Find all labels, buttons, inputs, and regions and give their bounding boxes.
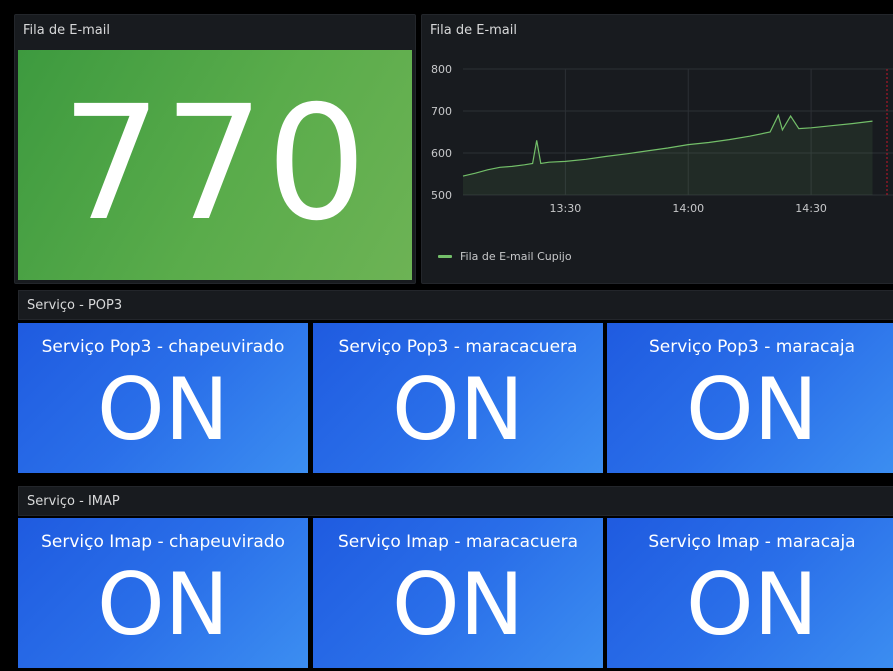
tile-status-value: ON xyxy=(96,360,230,460)
y-tick-label: 700 xyxy=(431,105,452,118)
tile-status-value: ON xyxy=(391,360,525,460)
tile-title: Serviço Pop3 - maracaja xyxy=(648,337,856,357)
graph-legend[interactable]: Fila de E-mail Cupijo xyxy=(438,250,572,263)
tile-imap-chapeuvirado[interactable]: Serviço Imap - chapeuvirado ON xyxy=(18,518,308,668)
tile-status-value: ON xyxy=(685,555,819,655)
tile-title: Serviço Pop3 - chapeuvirado xyxy=(41,337,285,357)
email-queue-chart: 500 600 700 800 13:30 14:00 14:30 xyxy=(431,63,893,215)
row-title-pop3: Serviço - POP3 xyxy=(27,298,123,313)
row-header-imap[interactable]: Serviço - IMAP xyxy=(18,486,893,516)
tile-status-value: ON xyxy=(96,555,230,655)
tile-status-value: ON xyxy=(685,360,819,460)
y-tick-label: 500 xyxy=(431,189,452,202)
tile-title: Serviço Pop3 - maracacuera xyxy=(338,337,578,357)
legend-swatch xyxy=(438,255,452,258)
tile-status-value: ON xyxy=(391,555,525,655)
y-tick-label: 600 xyxy=(431,147,452,160)
x-tick-label: 14:30 xyxy=(795,202,827,215)
stat-panel-value-area: 770 xyxy=(18,50,412,280)
row-header-pop3[interactable]: Serviço - POP3 xyxy=(18,290,893,320)
stat-panel-title[interactable]: Fila de E-mail xyxy=(23,23,110,38)
tile-title: Serviço Imap - maracaja xyxy=(648,532,856,552)
tile-imap-maracacuera[interactable]: Serviço Imap - maracacuera ON xyxy=(313,518,603,668)
tile-title: Serviço Imap - chapeuvirado xyxy=(41,532,285,552)
x-tick-label: 13:30 xyxy=(550,202,582,215)
dashboard-canvas: Fila de E-mail 770 Fila de E-mail 500 600… xyxy=(0,0,893,671)
tile-pop3-maracacuera[interactable]: Serviço Pop3 - maracacuera ON xyxy=(313,323,603,473)
tile-pop3-maracaja[interactable]: Serviço Pop3 - maracaja ON xyxy=(607,323,893,473)
legend-label: Fila de E-mail Cupijo xyxy=(460,250,572,263)
tile-imap-maracaja[interactable]: Serviço Imap - maracaja ON xyxy=(607,518,893,668)
tile-title: Serviço Imap - maracacuera xyxy=(337,532,579,552)
y-tick-label: 800 xyxy=(431,63,452,76)
row-title-imap: Serviço - IMAP xyxy=(27,494,120,509)
stat-panel-value: 770 xyxy=(61,72,369,256)
x-tick-label: 14:00 xyxy=(672,202,704,215)
tile-pop3-chapeuvirado[interactable]: Serviço Pop3 - chapeuvirado ON xyxy=(18,323,308,473)
